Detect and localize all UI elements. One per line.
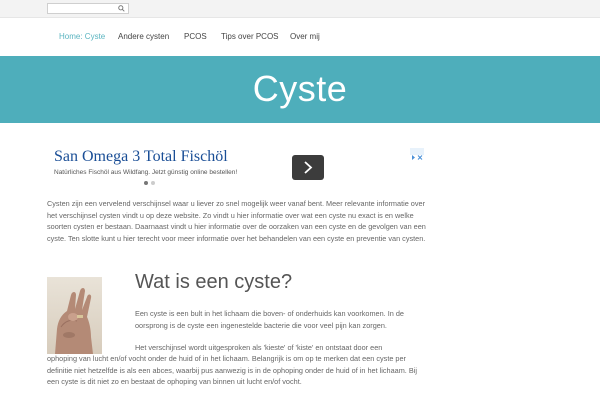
search-icon[interactable] [118,5,125,12]
search-input[interactable] [48,4,120,13]
section-heading: Wat is een cyste? [135,271,293,293]
ad-choices-icon[interactable] [410,148,424,160]
advertisement[interactable]: San Omega 3 Total Fischöl Natürliches Fi… [47,144,424,190]
cyst-hand-photo [47,277,102,354]
nav-item-pcos[interactable]: PCOS [184,32,207,41]
intro-text: Cysten zijn een vervelend verschijnsel w… [47,199,426,243]
page-title: Cyste [252,68,348,109]
nav-item-andere-cysten[interactable]: Andere cysten [118,32,169,41]
search-box[interactable] [47,3,129,14]
main-nav: Home: Cyste Andere cysten PCOS Tips over… [0,18,600,56]
section-paragraph-2-start: Het verschijnsel wordt uitgesproken als … [135,343,383,352]
top-bar [0,0,600,18]
page-banner: Cyste [0,56,600,123]
ad-title[interactable]: San Omega 3 Total Fischöl [54,148,228,166]
nav-item-over-mij[interactable]: Over mij [290,32,320,41]
nav-item-tips-over-pcos[interactable]: Tips over PCOS [221,32,279,41]
chevron-right-icon [304,161,313,174]
section-paragraph-1: Een cyste is een bult in het lichaam die… [135,309,404,330]
ad-subtitle: Natürliches Fischöl aus Wildfang. Jetzt … [54,169,238,176]
ad-next-button[interactable] [292,155,324,180]
nav-item-home[interactable]: Home: Cyste [59,32,105,41]
ad-dot-active[interactable] [144,181,148,185]
ad-dot[interactable] [151,181,155,185]
section-paragraph-2-rest: ophoping van lucht en/of vocht onder de … [47,354,417,386]
